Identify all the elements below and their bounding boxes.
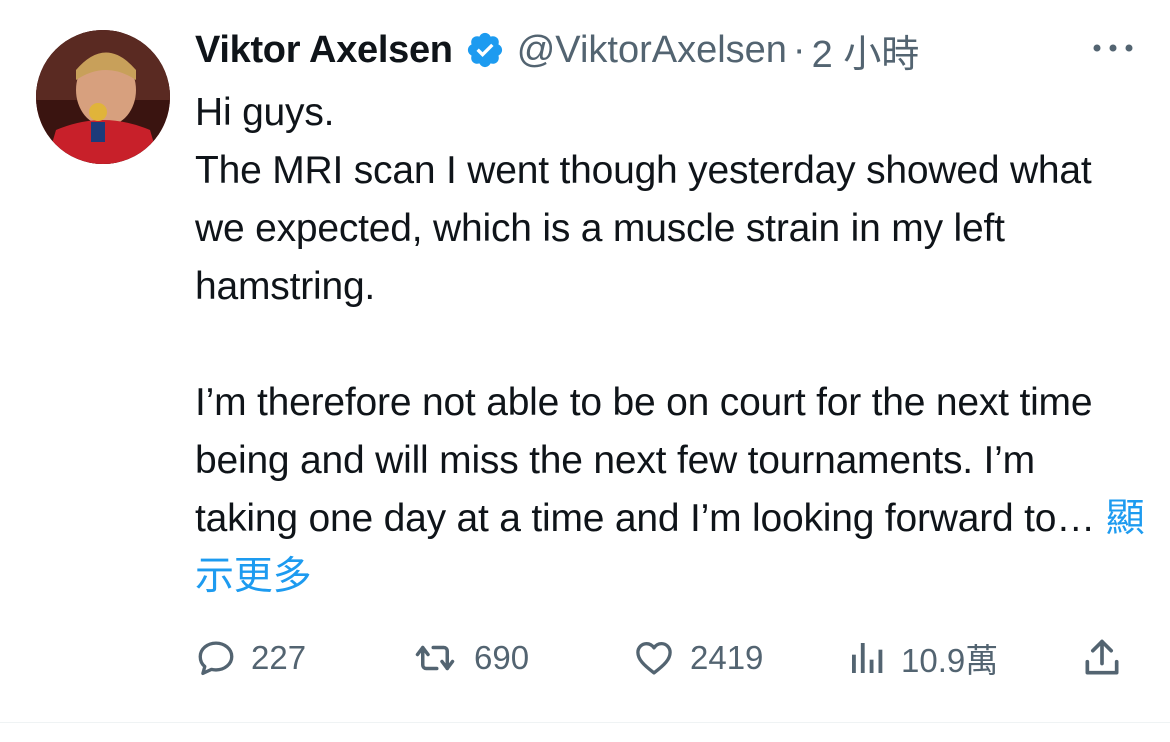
- avatar-image: [36, 30, 170, 164]
- share-button[interactable]: [1080, 630, 1124, 686]
- bottom-divider: [0, 722, 1170, 723]
- retweet-count: 690: [474, 639, 530, 676]
- views-button[interactable]: 10.9萬: [847, 630, 998, 686]
- tweet[interactable]: Viktor Axelsen @ViktorAxelsen · 2 小時 Hi …: [0, 0, 1170, 742]
- share-icon: [1085, 639, 1119, 675]
- avatar[interactable]: [36, 30, 170, 164]
- reply-count: 227: [251, 639, 307, 676]
- tweet-header: Viktor Axelsen @ViktorAxelsen · 2 小時: [195, 22, 919, 78]
- like-button[interactable]: 2419: [632, 630, 763, 686]
- author-handle[interactable]: @ViktorAxelsen: [517, 29, 787, 72]
- tweet-timestamp[interactable]: 2 小時: [812, 23, 920, 78]
- more-options-button[interactable]: [1085, 30, 1141, 66]
- like-count: 2419: [690, 639, 764, 676]
- author-name[interactable]: Viktor Axelsen: [195, 29, 453, 72]
- more-horizontal-icon: [1093, 44, 1133, 52]
- tweet-text-blank: [195, 316, 1145, 374]
- tweet-text: Hi guys. The MRI scan I went though yest…: [195, 84, 1145, 606]
- tweet-text-paragraph: The MRI scan I went though yesterday sho…: [195, 149, 1092, 308]
- header-separator: ·: [792, 28, 806, 71]
- tweet-text-line: Hi guys.: [195, 91, 335, 134]
- retweet-button[interactable]: 690: [410, 630, 529, 686]
- reply-icon: [198, 641, 234, 676]
- views-count: 10.9萬: [901, 642, 999, 679]
- retweet-icon: [415, 645, 455, 671]
- tweet-text-paragraph-2: I’m therefore not able to be on court fo…: [195, 374, 1145, 606]
- heart-icon: [636, 641, 672, 675]
- views-chart-icon: [852, 643, 883, 673]
- tweet-actions: 227 690 2419 10.9萬: [195, 630, 1135, 686]
- reply-button[interactable]: 227: [195, 630, 306, 686]
- verified-badge-icon: [465, 30, 505, 70]
- tweet-text-paragraph-2-content: I’m therefore not able to be on court fo…: [195, 381, 1106, 540]
